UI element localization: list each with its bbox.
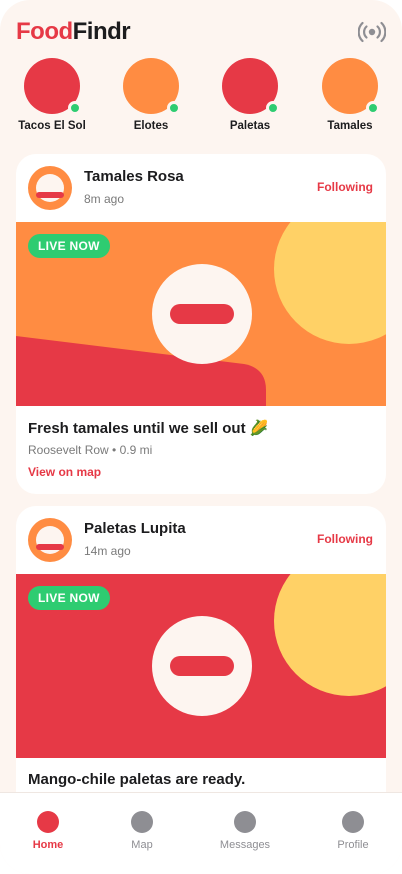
story-paletas[interactable]: Paletas [210,58,290,132]
feed-card[interactable]: Paletas Lupita 14m ago Following LIVE NO… [16,506,386,826]
story-elotes[interactable]: Elotes [111,58,191,132]
tab-messages[interactable]: Messages [205,811,285,851]
card-body: Mango-chile paletas are ready. [16,758,386,788]
vendor-avatar[interactable] [28,518,72,562]
vendor-avatar[interactable] [28,166,72,210]
story-avatar [322,58,380,115]
post-time: 14m ago [84,544,131,558]
tab-label: Profile [337,839,369,851]
card-header: Paletas Lupita 14m ago Following [16,506,386,574]
map-icon [131,811,153,833]
feed-card[interactable]: Tamales Rosa 8m ago Following LIVE NOW F… [16,154,386,494]
logo-part-food: Food [16,18,73,45]
tab-map[interactable]: Map [102,811,182,851]
bottom-tab-bar: Home Map Messages Profile [0,792,402,874]
vendor-name[interactable]: Tamales Rosa [84,168,184,185]
decor-circle [274,574,386,696]
card-body: Fresh tamales until we sell out 🌽 Roosev… [16,406,386,481]
vendor-logo-placeholder [152,616,252,716]
home-icon [37,811,59,833]
post-location: Roosevelt Row • 0.9 mi [28,443,153,457]
avatar-bar [36,192,64,198]
story-avatar [24,58,82,115]
post-text: Mango-chile paletas are ready. [28,771,246,788]
logo-pill [170,304,234,324]
vendor-name[interactable]: Paletas Lupita [84,520,186,537]
tab-label: Home [32,839,64,851]
avatar-bar [36,544,64,550]
online-dot [366,101,380,115]
post-text: Fresh tamales until we sell out 🌽 [28,420,269,437]
broadcast-icon[interactable] [357,20,387,44]
vendor-stories: Tacos El Sol Elotes Paletas Tamales [0,58,402,138]
post-image[interactable]: LIVE NOW [16,222,386,406]
profile-icon [342,811,364,833]
story-tamales[interactable]: Tamales [310,58,390,132]
story-name: Tacos El Sol [18,120,86,132]
app-header: FoodFindr [16,16,387,48]
online-dot [167,101,181,115]
vendor-logo-placeholder [152,264,252,364]
following-button[interactable]: Following [317,532,373,546]
app-logo: FoodFindr [16,16,386,48]
tab-home[interactable]: Home [8,811,88,851]
tab-label: Map [131,839,153,851]
story-name: Elotes [133,120,169,132]
story-tacos-el-sol[interactable]: Tacos El Sol [12,58,92,132]
app-screen: FoodFindr Tacos El Sol Elotes Paletas Ta… [0,0,402,874]
story-name: Tamales [327,120,373,132]
post-image[interactable]: LIVE NOW [16,574,386,758]
live-now-badge: LIVE NOW [28,586,110,610]
tab-profile[interactable]: Profile [313,811,393,851]
logo-pill [170,656,234,676]
logo-part-findr: Findr [72,18,131,45]
messages-icon [234,811,256,833]
view-on-map-link[interactable]: View on map [28,465,101,479]
live-now-badge: LIVE NOW [28,234,110,258]
online-dot [266,101,280,115]
story-name: Paletas [229,120,271,132]
tab-label: Messages [219,839,271,851]
story-avatar [123,58,181,115]
story-avatar [222,58,280,115]
following-button[interactable]: Following [317,180,373,194]
online-dot [68,101,82,115]
post-time: 8m ago [84,192,125,206]
card-header: Tamales Rosa 8m ago Following [16,154,386,222]
